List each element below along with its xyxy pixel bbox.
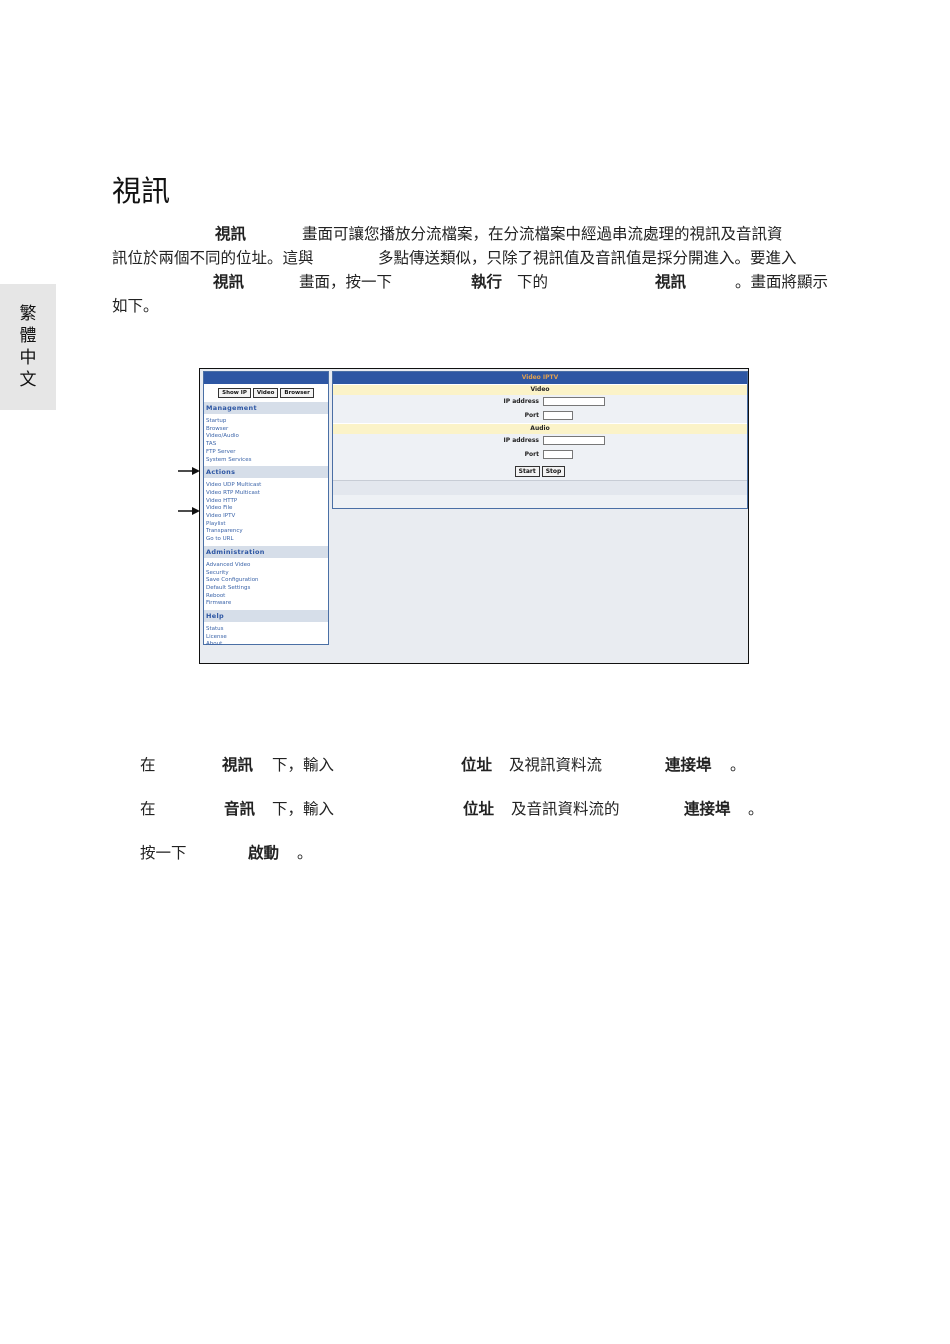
step-text: 按一下 xyxy=(140,844,187,862)
side-language-tab: 繁 體 中 文 xyxy=(0,284,56,410)
step-text: 下，輸入 xyxy=(272,800,335,818)
panel-title: Video IPTV xyxy=(333,372,747,384)
nav-item-video-udp-multicast[interactable]: Video UDP Multicast xyxy=(204,482,328,490)
browser-button[interactable]: Browser xyxy=(280,388,314,398)
paragraph-text: 畫面，按一下 xyxy=(299,273,393,291)
paragraph-term: 視訊 xyxy=(655,273,687,291)
step-text: 。 xyxy=(748,800,764,818)
nav-item-playlist[interactable]: Playlist xyxy=(204,521,328,529)
step-3: 按一下 啟動 。 xyxy=(140,841,780,865)
step-text: 及視訊資料流 xyxy=(509,756,603,774)
nav-section-management: Management xyxy=(204,402,328,414)
audio-port-row: Port xyxy=(333,448,747,462)
step-term: 啟動 xyxy=(248,844,280,862)
side-tab-char: 中 xyxy=(19,348,37,368)
step-text: 在 xyxy=(140,756,156,774)
video-ip-row: IP address xyxy=(333,395,747,409)
nav-item-video-rtp-multicast[interactable]: Video RTP Multicast xyxy=(204,490,328,498)
page-title: 視訊 xyxy=(112,174,171,208)
nav-item-save-configuration[interactable]: Save Configuration xyxy=(204,577,328,585)
audio-ip-input[interactable] xyxy=(543,436,605,445)
nav-item-go-to-url[interactable]: Go to URL xyxy=(204,536,328,544)
step-term: 視訊 xyxy=(222,756,254,774)
nav-item-tas[interactable]: TAS xyxy=(204,441,328,449)
audio-section-header: Audio xyxy=(333,423,747,434)
paragraph-term: 視訊 xyxy=(215,225,247,243)
paragraph-text: 如下。 xyxy=(112,297,159,315)
stop-button[interactable]: Stop xyxy=(541,465,566,477)
step-term: 連接埠 xyxy=(684,800,731,818)
nav-item-reboot[interactable]: Reboot xyxy=(204,593,328,601)
nav-item-firmware[interactable]: Firmware xyxy=(204,600,328,608)
nav-item-security[interactable]: Security xyxy=(204,570,328,578)
audio-port-input[interactable] xyxy=(543,450,573,459)
nav-item-ftp-server[interactable]: FTP Server xyxy=(204,449,328,457)
nav-section-administration: Administration xyxy=(204,545,328,558)
nav-item-startup[interactable]: Startup xyxy=(204,418,328,426)
nav-item-default-settings[interactable]: Default Settings xyxy=(204,585,328,593)
step-1: 在 視訊 下，輸入 位址 及視訊資料流 連接埠 。 xyxy=(140,753,780,777)
video-ip-input[interactable] xyxy=(543,397,605,406)
nav-item-browser[interactable]: Browser xyxy=(204,426,328,434)
paragraph-line-4: 如下。 xyxy=(112,294,840,318)
side-tab-char: 繁 xyxy=(19,304,37,324)
show-ip-button[interactable]: Show IP xyxy=(218,388,251,398)
nav-section-actions: Actions xyxy=(204,466,328,479)
side-tab-char: 文 xyxy=(19,370,37,390)
embedded-screenshot: Show IP Video Browser Management Startup… xyxy=(199,368,749,664)
paragraph-text: 。畫面將顯示 xyxy=(735,273,829,291)
paragraph-text: 多點傳送類似，只除了視訊值及音訊值是採分開進入。要進入 xyxy=(378,249,797,267)
nav-item-video-iptv[interactable]: Video IPTV xyxy=(204,513,328,521)
audio-port-label: Port xyxy=(524,451,539,458)
nav-item-advanced-video[interactable]: Advanced Video xyxy=(204,562,328,570)
paragraph-text: 訊位於兩個不同的位址。這與 xyxy=(112,249,314,267)
step-text: 下，輸入 xyxy=(272,756,335,774)
video-port-label: Port xyxy=(524,412,539,419)
nav-item-transparency[interactable]: Transparency xyxy=(204,528,328,536)
nav-panel: Show IP Video Browser Management Startup… xyxy=(203,371,329,647)
start-button[interactable]: Start xyxy=(514,465,540,477)
video-port-row: Port xyxy=(333,409,747,423)
paragraph-line-3: 視訊 畫面，按一下 執行 下的 視訊 。畫面將顯示 xyxy=(112,270,840,294)
step-term: 連接埠 xyxy=(665,756,712,774)
nav-item-video-http[interactable]: Video HTTP xyxy=(204,498,328,506)
video-section-header: Video xyxy=(333,384,747,395)
nav-item-system-services[interactable]: System Services xyxy=(204,457,328,465)
nav-item-license[interactable]: License xyxy=(204,634,328,642)
step-text: 在 xyxy=(140,800,156,818)
audio-ip-label: IP address xyxy=(503,437,539,444)
nav-section-help: Help xyxy=(204,610,328,623)
paragraph-text: 畫面可讓您播放分流檔案，在分流檔案中經過串流處理的視訊及音訊資 xyxy=(302,225,783,243)
nav-header-bar xyxy=(204,372,328,384)
side-tab-char: 體 xyxy=(19,326,37,346)
arrow-right-icon xyxy=(178,506,200,516)
step-text: 。 xyxy=(297,844,313,862)
step-term: 位址 xyxy=(461,756,493,774)
nav-item-status[interactable]: Status xyxy=(204,626,328,634)
nav-item-video-audio[interactable]: Video/Audio xyxy=(204,433,328,441)
paragraph-line-2: 訊位於兩個不同的位址。這與 多點傳送類似，只除了視訊值及音訊值是採分開進入。要進… xyxy=(112,246,840,270)
nav-item-about[interactable]: About xyxy=(204,641,328,649)
action-button-row: Start Stop xyxy=(333,462,747,480)
panel-footer-band xyxy=(333,480,747,495)
step-term: 位址 xyxy=(463,800,495,818)
step-text: 。 xyxy=(730,756,746,774)
paragraph-line-1: 視訊 畫面可讓您播放分流檔案，在分流檔案中經過串流處理的視訊及音訊資 xyxy=(112,222,840,246)
video-button[interactable]: Video xyxy=(252,388,279,398)
nav-item-video-file[interactable]: Video File xyxy=(204,505,328,513)
arrow-right-icon xyxy=(178,466,200,476)
video-port-input[interactable] xyxy=(543,411,573,420)
paragraph-text: 下的 xyxy=(517,273,549,291)
step-2: 在 音訊 下，輸入 位址 及音訊資料流的 連接埠 。 xyxy=(140,797,780,821)
paragraph-term: 執行 xyxy=(471,273,503,291)
video-iptv-panel: Video IPTV Video IP address Port Audio I… xyxy=(332,371,748,509)
step-term: 音訊 xyxy=(224,800,256,818)
video-ip-label: IP address xyxy=(503,398,539,405)
step-text: 及音訊資料流的 xyxy=(511,800,620,818)
audio-ip-row: IP address xyxy=(333,434,747,448)
paragraph-term: 視訊 xyxy=(213,273,245,291)
nav-button-row: Show IP Video Browser xyxy=(204,384,328,400)
